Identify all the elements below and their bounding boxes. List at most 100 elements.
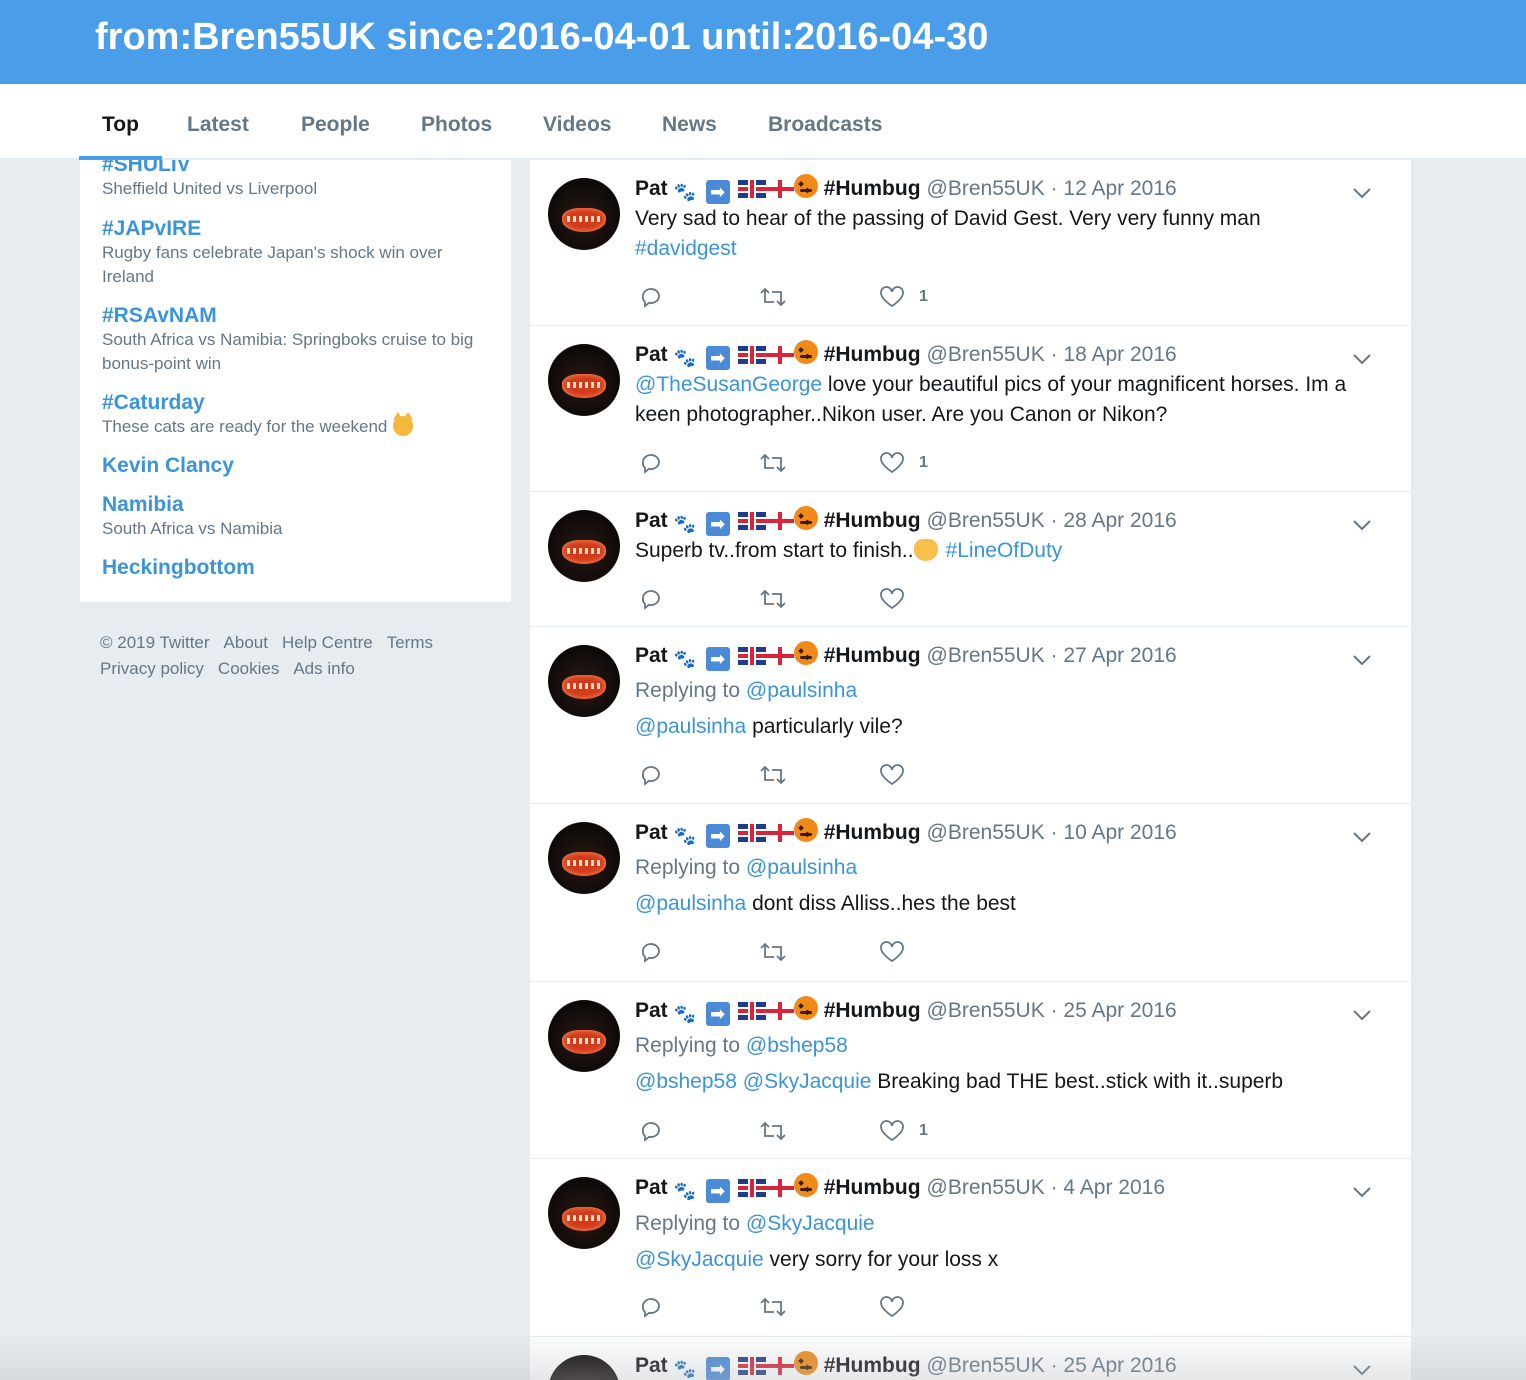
- like-button[interactable]: [879, 1292, 919, 1322]
- avatar[interactable]: [548, 1177, 620, 1249]
- footer-ads-link[interactable]: Ads info: [293, 659, 354, 678]
- tweet[interactable]: Pat ➡ #Humbug @Bren55UK · 28 Apr 2016 Super…: [530, 492, 1411, 627]
- avatar[interactable]: [548, 1000, 620, 1072]
- tab-photos[interactable]: Photos: [421, 84, 492, 159]
- tweet[interactable]: Pat ➡ #Humbug @Bren55UK · 18 Apr 2016 @TheS…: [530, 326, 1411, 492]
- reply-button[interactable]: [639, 1116, 663, 1146]
- user-handle[interactable]: @Bren55UK: [927, 1354, 1045, 1377]
- tab-top[interactable]: Top: [79, 84, 162, 160]
- reply-to-mention[interactable]: @bshep58: [746, 1034, 848, 1057]
- avatar[interactable]: [548, 822, 620, 894]
- footer-terms-link[interactable]: Terms: [387, 633, 433, 652]
- tweet[interactable]: Pat ➡ #Humbug @Bren55UK · 25 Apr 2016 Reply…: [530, 982, 1411, 1159]
- user-name-suffix[interactable]: #Humbug: [824, 644, 921, 667]
- chevron-down-icon[interactable]: [1347, 1355, 1377, 1380]
- tweet[interactable]: Pat ➡ #Humbug @Bren55UK · 4 Apr 2016 Replyi…: [530, 1159, 1411, 1337]
- user-name-suffix[interactable]: #Humbug: [824, 509, 921, 532]
- chevron-down-icon[interactable]: [1347, 344, 1377, 374]
- like-button[interactable]: 1: [879, 448, 928, 478]
- footer-about-link[interactable]: About: [224, 633, 268, 652]
- retweet-button[interactable]: [759, 1292, 787, 1322]
- retweet-button[interactable]: [759, 584, 787, 614]
- mention-link[interactable]: @paulsinha: [635, 715, 746, 738]
- footer-cookies-link[interactable]: Cookies: [218, 659, 279, 678]
- footer-help-link[interactable]: Help Centre: [282, 633, 373, 652]
- reply-to-mention[interactable]: @SkyJacquie: [746, 1212, 875, 1235]
- user-fullname[interactable]: Pat: [635, 177, 668, 200]
- chevron-down-icon[interactable]: [1347, 1000, 1377, 1030]
- avatar[interactable]: [548, 178, 620, 250]
- reply-button[interactable]: [639, 937, 663, 967]
- tab-news[interactable]: News: [662, 84, 717, 159]
- mention-link[interactable]: @paulsinha: [635, 892, 746, 915]
- tweet-date[interactable]: 4 Apr 2016: [1063, 1176, 1165, 1199]
- user-fullname[interactable]: Pat: [635, 343, 668, 366]
- user-fullname[interactable]: Pat: [635, 999, 668, 1022]
- like-button[interactable]: 1: [879, 1116, 928, 1146]
- user-fullname[interactable]: Pat: [635, 1354, 668, 1377]
- reply-button[interactable]: [639, 584, 663, 614]
- retweet-button[interactable]: [759, 1116, 787, 1146]
- mention-link[interactable]: @bshep58: [635, 1070, 737, 1093]
- tab-broadcasts[interactable]: Broadcasts: [768, 84, 882, 159]
- chevron-down-icon[interactable]: [1347, 645, 1377, 675]
- chevron-down-icon[interactable]: [1347, 822, 1377, 852]
- trend-name[interactable]: #JAPvIRE: [102, 216, 492, 242]
- trend-item[interactable]: #Caturday These cats are ready for the w…: [102, 390, 492, 439]
- user-handle[interactable]: @Bren55UK: [927, 177, 1045, 200]
- reply-button[interactable]: [639, 282, 663, 312]
- like-button[interactable]: 1: [879, 282, 928, 312]
- reply-to-mention[interactable]: @paulsinha: [746, 679, 857, 702]
- tab-videos[interactable]: Videos: [543, 84, 611, 159]
- user-handle[interactable]: @Bren55UK: [927, 343, 1045, 366]
- reply-button[interactable]: [639, 448, 663, 478]
- trend-item[interactable]: Namibia South Africa vs Namibia: [102, 492, 492, 541]
- user-handle[interactable]: @Bren55UK: [927, 821, 1045, 844]
- tweet-date[interactable]: 12 Apr 2016: [1063, 177, 1176, 200]
- chevron-down-icon[interactable]: [1347, 510, 1377, 540]
- trend-item[interactable]: #RSAvNAM South Africa vs Namibia: Spring…: [102, 303, 492, 376]
- trend-name[interactable]: #Caturday: [102, 390, 492, 416]
- hashtag-link[interactable]: #LineOfDuty: [946, 539, 1063, 562]
- tweet-date[interactable]: 28 Apr 2016: [1063, 509, 1176, 532]
- user-name-suffix[interactable]: #Humbug: [824, 1354, 921, 1377]
- user-handle[interactable]: @Bren55UK: [927, 999, 1045, 1022]
- footer-privacy-link[interactable]: Privacy policy: [100, 659, 204, 678]
- tweet-date[interactable]: 25 Apr 2016: [1063, 999, 1176, 1022]
- reply-button[interactable]: [639, 760, 663, 790]
- tweet-date[interactable]: 25 Apr 2016: [1063, 1354, 1176, 1377]
- tweet[interactable]: Pat ➡ #Humbug @Bren55UK · 10 Apr 2016 Reply…: [530, 804, 1411, 982]
- retweet-button[interactable]: [759, 760, 787, 790]
- user-handle[interactable]: @Bren55UK: [927, 644, 1045, 667]
- tweet[interactable]: Pat ➡ #Humbug @Bren55UK · 12 Apr 2016 Very …: [530, 160, 1411, 326]
- user-fullname[interactable]: Pat: [635, 1176, 668, 1199]
- user-name-suffix[interactable]: #Humbug: [824, 177, 921, 200]
- like-button[interactable]: [879, 937, 919, 967]
- user-fullname[interactable]: Pat: [635, 821, 668, 844]
- mention-link[interactable]: @TheSusanGeorge: [635, 373, 822, 396]
- avatar[interactable]: [548, 510, 620, 582]
- tweet[interactable]: Pat ➡ #Humbug @Bren55UK · 27 Apr 2016 Reply…: [530, 627, 1411, 804]
- trend-item[interactable]: Heckingbottom: [102, 555, 492, 581]
- tweet-date[interactable]: 10 Apr 2016: [1063, 821, 1176, 844]
- reply-to-mention[interactable]: @paulsinha: [746, 856, 857, 879]
- like-button[interactable]: [879, 584, 919, 614]
- trend-name[interactable]: #RSAvNAM: [102, 303, 492, 329]
- user-name-suffix[interactable]: #Humbug: [824, 999, 921, 1022]
- reply-button[interactable]: [639, 1292, 663, 1322]
- user-fullname[interactable]: Pat: [635, 509, 668, 532]
- retweet-button[interactable]: [759, 282, 787, 312]
- trend-name[interactable]: Heckingbottom: [102, 555, 492, 581]
- like-button[interactable]: [879, 760, 919, 790]
- hashtag-link[interactable]: #davidgest: [635, 237, 737, 260]
- trend-name[interactable]: #SHULIV: [102, 160, 492, 178]
- user-name-suffix[interactable]: #Humbug: [824, 1176, 921, 1199]
- tweet[interactable]: Pat ➡ #Humbug @Bren55UK · 25 Apr 2016: [530, 1337, 1411, 1380]
- trend-name[interactable]: Kevin Clancy: [102, 453, 492, 479]
- tweet-date[interactable]: 18 Apr 2016: [1063, 343, 1176, 366]
- avatar[interactable]: [548, 645, 620, 717]
- chevron-down-icon[interactable]: [1347, 178, 1377, 208]
- tweet-date[interactable]: 27 Apr 2016: [1063, 644, 1176, 667]
- user-handle[interactable]: @Bren55UK: [927, 509, 1045, 532]
- mention-link[interactable]: @SkyJacquie: [635, 1248, 764, 1271]
